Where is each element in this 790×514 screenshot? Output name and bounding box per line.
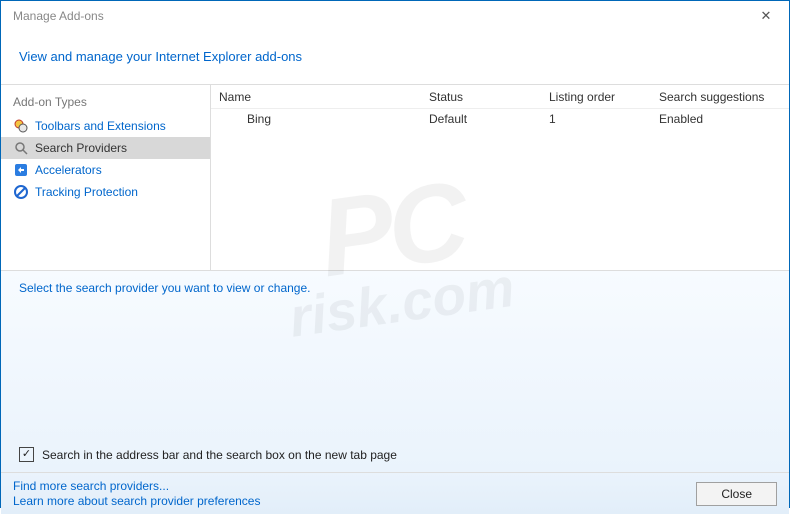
tracking-protection-icon [13,184,29,200]
sidebar-item-tracking-protection[interactable]: Tracking Protection [1,181,210,203]
main-area: Add-on Types Toolbars and Extensions Sea… [1,84,789,270]
sidebar-item-label: Tracking Protection [35,185,138,199]
search-address-bar-checkbox[interactable]: ✓ [19,447,34,462]
details-prompt: Select the search provider you want to v… [19,281,771,295]
column-headers: Name Status Listing order Search suggest… [211,85,789,109]
col-header-name[interactable]: Name [211,86,421,108]
content-panel: Name Status Listing order Search suggest… [211,85,789,270]
sidebar-item-search-providers[interactable]: Search Providers [1,137,210,159]
toolbars-icon [13,118,29,134]
sidebar-item-label: Toolbars and Extensions [35,119,166,133]
sidebar-item-label: Search Providers [35,141,127,155]
cell-name: Bing [211,110,421,128]
learn-more-link[interactable]: Learn more about search provider prefere… [13,494,260,508]
cell-search: Enabled [651,110,789,128]
window-title: Manage Add-ons [9,9,104,23]
close-icon[interactable]: ✕ [751,6,781,26]
sidebar-item-label: Accelerators [35,163,102,177]
title-bar: Manage Add-ons ✕ [1,1,789,31]
page-subtitle: View and manage your Internet Explorer a… [1,31,789,84]
checkbox-row: ✓ Search in the address bar and the sear… [19,447,397,462]
checkbox-label: Search in the address bar and the search… [42,448,397,462]
close-button[interactable]: Close [696,482,777,506]
footer-links: Find more search providers... Learn more… [13,479,260,508]
col-header-listing[interactable]: Listing order [541,86,651,108]
cell-listing: 1 [541,110,651,128]
sidebar-item-accelerators[interactable]: Accelerators [1,159,210,181]
cell-status: Default [421,110,541,128]
table-row[interactable]: Bing Default 1 Enabled [211,109,789,129]
details-panel: Select the search provider you want to v… [1,270,789,472]
sidebar-item-toolbars[interactable]: Toolbars and Extensions [1,115,210,137]
search-icon [13,140,29,156]
accelerators-icon [13,162,29,178]
col-header-status[interactable]: Status [421,86,541,108]
sidebar: Add-on Types Toolbars and Extensions Sea… [1,85,211,270]
col-header-search[interactable]: Search suggestions [651,86,789,108]
find-more-link[interactable]: Find more search providers... [13,479,260,493]
sidebar-header: Add-on Types [1,85,210,115]
